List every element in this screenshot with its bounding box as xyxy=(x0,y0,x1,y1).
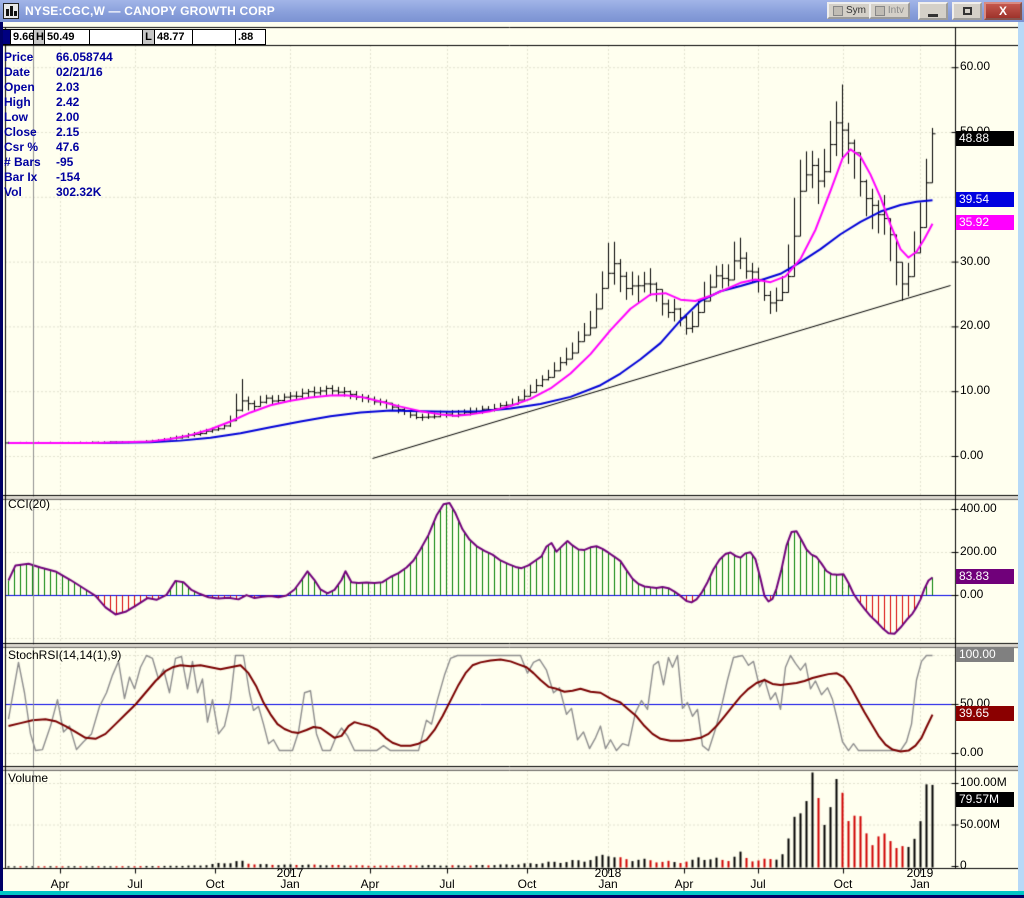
interval-button-icon xyxy=(875,6,885,16)
info-label: Close xyxy=(4,125,56,140)
info-row-vol: Vol302.32K xyxy=(4,185,113,200)
app-window: NYSE:CGC,W — CANOPY GROWTH CORP Sym Intv… xyxy=(0,0,1024,898)
info-row-high: High2.42 xyxy=(4,95,113,110)
info-label: High xyxy=(4,95,56,110)
info-value: 02/21/16 xyxy=(56,65,103,80)
info-row-date: Date02/21/16 xyxy=(4,65,113,80)
app-chart-icon xyxy=(3,3,19,19)
info-value: 66.058744 xyxy=(56,50,113,65)
chart-canvas[interactable] xyxy=(0,22,1018,898)
info-row-price: Price66.058744 xyxy=(4,50,113,65)
info-row-close: Close2.15 xyxy=(4,125,113,140)
info-value: 2.00 xyxy=(56,110,79,125)
minimize-button[interactable] xyxy=(918,2,948,20)
info-value: 2.15 xyxy=(56,125,79,140)
info-value: 302.32K xyxy=(56,185,101,200)
info-label: Vol xyxy=(4,185,56,200)
close-button[interactable]: X xyxy=(984,2,1022,20)
high-field[interactable]: 50.49 xyxy=(44,29,90,45)
title-bar[interactable]: NYSE:CGC,W — CANOPY GROWTH CORP Sym Intv… xyxy=(0,0,1024,22)
cursor-info-panel: Price66.058744 Date02/21/16 Open2.03 Hig… xyxy=(4,50,113,200)
field-blank-1[interactable] xyxy=(89,29,143,45)
field-blank-2[interactable] xyxy=(192,29,236,45)
maximize-button[interactable] xyxy=(952,2,982,20)
chart-client-area xyxy=(0,22,1024,898)
close-icon: X xyxy=(999,4,1007,18)
info-label: Low xyxy=(4,110,56,125)
info-value: -154 xyxy=(56,170,80,185)
window-right-border[interactable] xyxy=(1018,22,1024,898)
window-left-border xyxy=(0,22,3,898)
cci-panel-title: CCI(20) xyxy=(8,497,50,511)
ohlc-readout-bar: 9.66 H 50.49 L 48.77 .88 xyxy=(3,29,266,45)
minimize-icon xyxy=(928,14,938,17)
info-label: Csr % xyxy=(4,140,56,155)
interval-button[interactable]: Intv xyxy=(869,2,910,19)
info-row-low: Low2.00 xyxy=(4,110,113,125)
symbol-button-label: Sym xyxy=(846,5,866,16)
info-row-barix: Bar Ix-154 xyxy=(4,170,113,185)
info-value: -95 xyxy=(56,155,73,170)
info-value: 2.03 xyxy=(56,80,79,95)
stochrsi-panel-title: StochRSI(14,14(1),9) xyxy=(8,648,121,662)
info-row-csr: Csr %47.6 xyxy=(4,140,113,155)
interval-button-label: Intv xyxy=(888,5,904,16)
symbol-button-icon xyxy=(833,6,843,16)
info-label: Date xyxy=(4,65,56,80)
maximize-icon xyxy=(963,7,972,15)
info-label: Open xyxy=(4,80,56,95)
info-value: 2.42 xyxy=(56,95,79,110)
low-field[interactable]: 48.77 xyxy=(154,29,193,45)
symbol-button[interactable]: Sym xyxy=(827,2,872,19)
close-field[interactable]: .88 xyxy=(235,29,266,45)
info-row-open: Open2.03 xyxy=(4,80,113,95)
info-label: # Bars xyxy=(4,155,56,170)
info-row-bars: # Bars-95 xyxy=(4,155,113,170)
info-value: 47.6 xyxy=(56,140,79,155)
volume-panel-title: Volume xyxy=(8,771,48,785)
open-field[interactable]: 9.66 xyxy=(10,29,34,45)
window-title: NYSE:CGC,W — CANOPY GROWTH CORP xyxy=(25,4,275,18)
info-label: Bar Ix xyxy=(4,170,56,185)
info-label: Price xyxy=(4,50,56,65)
